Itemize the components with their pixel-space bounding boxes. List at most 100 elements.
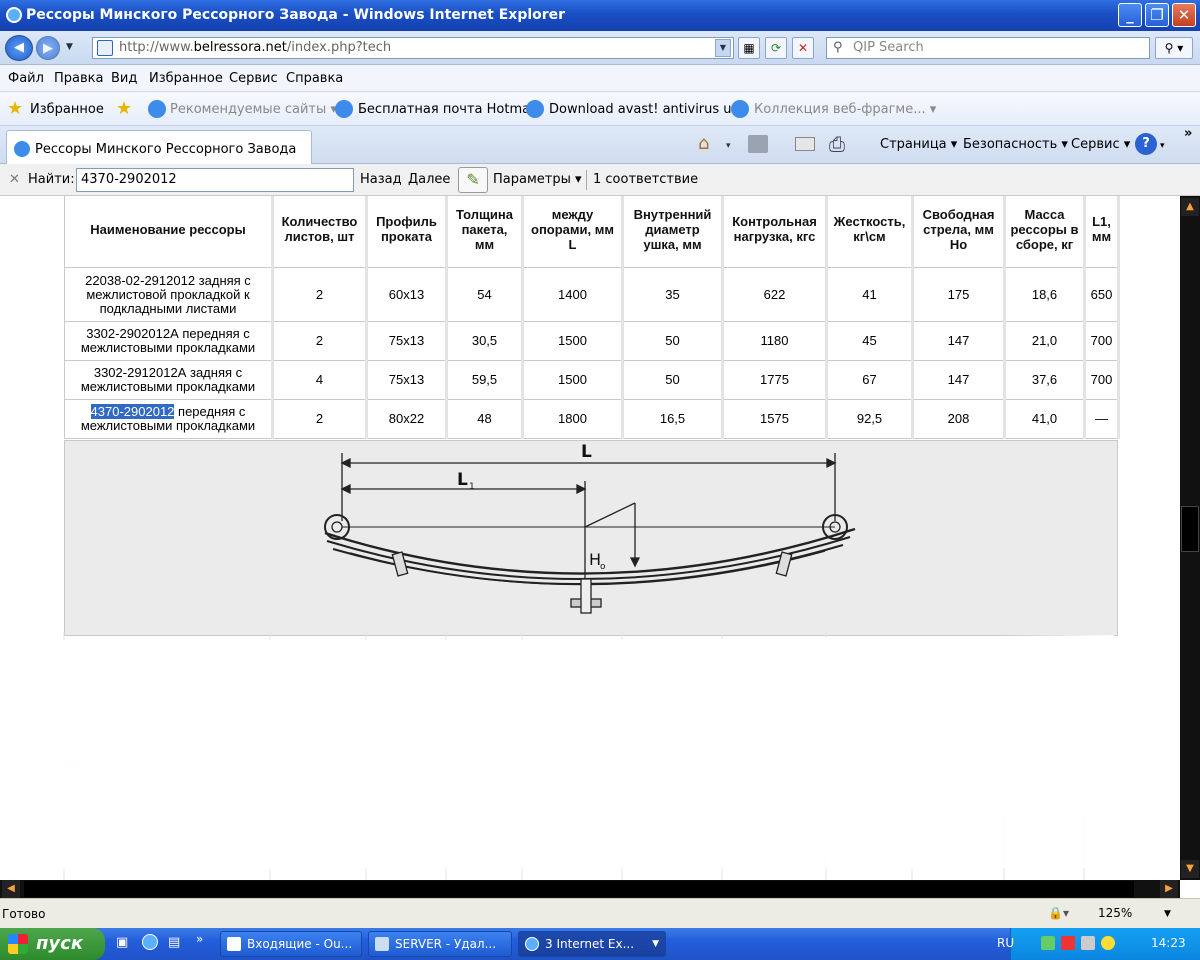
ie-page-icon bbox=[526, 100, 544, 118]
label-H-sub: o bbox=[600, 562, 606, 572]
ie-page-icon bbox=[148, 100, 166, 118]
task-server[interactable]: SERVER - Удал... bbox=[368, 931, 512, 957]
menu-edit[interactable]: Правка bbox=[54, 71, 103, 86]
fav-web-slices[interactable]: Коллекция веб-фрагме... ▾ bbox=[754, 102, 936, 117]
url-domain: belressora.net bbox=[193, 40, 287, 55]
home-dropdown-icon[interactable]: ▾ bbox=[726, 141, 731, 151]
search-go-button[interactable]: ⚲ ▾ bbox=[1155, 37, 1193, 59]
address-toolbar: ◀ ▶ ▼ http://www.belressora.net/index.ph… bbox=[0, 31, 1200, 65]
refresh-icon[interactable]: ⟳ bbox=[765, 37, 787, 59]
start-button[interactable]: пуск bbox=[0, 928, 105, 960]
print-icon[interactable]: ⎙ bbox=[829, 132, 845, 156]
horizontal-scrollbar[interactable]: ◀ ▶ bbox=[0, 880, 1180, 898]
find-divider bbox=[586, 170, 587, 190]
find-label: Найти: bbox=[28, 172, 75, 187]
search-magnifier-icon: ⚲ bbox=[833, 40, 843, 55]
quicklaunch-ie-icon[interactable] bbox=[142, 934, 158, 950]
table-row: 4370-2902012 передняя с межлистовыми про… bbox=[64, 399, 1120, 439]
address-input[interactable]: http://www.belressora.net/index.php?tech… bbox=[92, 37, 734, 59]
fav-hotmail[interactable]: Бесплатная почта Hotmail bbox=[358, 102, 537, 117]
col-header: Толщина пакета, мм bbox=[446, 196, 524, 268]
scroll-down-icon[interactable]: ▼ bbox=[1181, 860, 1199, 878]
find-prev-button[interactable]: Назад bbox=[360, 172, 402, 187]
favorites-star-icon[interactable]: ★ bbox=[7, 98, 23, 119]
favorites-bar: ★ Избранное ★ Рекомендуемые сайты ▾ Бесп… bbox=[0, 92, 1200, 126]
search-input[interactable]: ⚲ QIP Search bbox=[826, 37, 1150, 59]
quicklaunch-desktop-icon[interactable]: ▣ bbox=[116, 935, 128, 950]
scroll-left-icon[interactable]: ◀ bbox=[2, 880, 20, 898]
cell: 48 bbox=[446, 399, 524, 439]
find-options-button[interactable]: Параметры ▾ bbox=[493, 172, 582, 187]
tray-antivirus-icon[interactable] bbox=[1061, 936, 1075, 950]
close-button[interactable]: ✕ bbox=[1172, 3, 1196, 27]
col-header: Контрольная нагрузка, кгс bbox=[722, 196, 828, 268]
rss-icon[interactable] bbox=[748, 135, 768, 153]
history-dropdown-icon[interactable]: ▼ bbox=[66, 42, 73, 52]
task-group-dropdown-icon[interactable]: ▼ bbox=[652, 932, 659, 956]
tab-active[interactable]: Рессоры Минского Рессорного Завода bbox=[6, 130, 312, 164]
language-indicator[interactable]: RU bbox=[997, 936, 1014, 950]
menu-view[interactable]: Вид bbox=[111, 71, 137, 86]
tab-bar: Рессоры Минского Рессорного Завода ⌂ ▾ ⎙… bbox=[0, 126, 1200, 164]
cell: 622 bbox=[722, 267, 828, 322]
status-bar: Готово 🔒▾ 125% ▼ bbox=[0, 898, 1200, 928]
cell: 147 bbox=[912, 360, 1006, 400]
tray-volume-icon[interactable] bbox=[1101, 936, 1115, 950]
cell: 21,0 bbox=[1004, 321, 1086, 361]
menu-page[interactable]: Страница ▾ bbox=[880, 137, 957, 152]
tray-app-icon[interactable] bbox=[1081, 936, 1095, 950]
fav-suggested-sites[interactable]: Рекомендуемые сайты ▾ bbox=[170, 102, 337, 117]
col-header: Профиль проката bbox=[366, 196, 448, 268]
cell: 75x13 bbox=[366, 360, 448, 400]
cell-name: 4370-2902012 передняя с межлистовыми про… bbox=[64, 399, 274, 439]
back-button[interactable]: ◀ bbox=[5, 35, 33, 61]
scroll-right-icon[interactable]: ▶ bbox=[1160, 880, 1178, 898]
zoom-dropdown-icon[interactable]: ▼ bbox=[1164, 909, 1171, 919]
cell: 175 bbox=[912, 267, 1006, 322]
favorites-button[interactable]: Избранное bbox=[30, 102, 104, 117]
find-next-button[interactable]: Далее bbox=[408, 172, 450, 187]
quicklaunch-more-icon[interactable]: » bbox=[196, 932, 203, 946]
forward-button[interactable]: ▶ bbox=[36, 36, 60, 60]
mail-icon[interactable] bbox=[795, 137, 815, 151]
cell: 60x13 bbox=[366, 267, 448, 322]
menu-tools[interactable]: Сервис bbox=[229, 71, 278, 86]
stop-icon[interactable]: ✕ bbox=[792, 37, 814, 59]
task-outlook[interactable]: Входящие - Ou... bbox=[220, 931, 362, 957]
highlight-pencil-icon[interactable]: ✎ bbox=[458, 167, 488, 193]
window-title-bar: Рессоры Минского Рессорного Завода - Win… bbox=[0, 0, 1200, 31]
compatibility-icon[interactable]: ▦ bbox=[738, 37, 760, 59]
hscroll-thumb[interactable] bbox=[24, 881, 1134, 897]
table-header-row: Наименование рессоры Количество листов, … bbox=[64, 196, 1120, 268]
menu-tools-cmd[interactable]: Сервис ▾ bbox=[1071, 137, 1130, 152]
task-ie-group[interactable]: 3 Internet Ex... ▼ bbox=[518, 931, 666, 957]
maximize-button[interactable]: ❐ bbox=[1145, 3, 1169, 27]
cell: 2 bbox=[272, 267, 368, 322]
help-icon[interactable]: ? bbox=[1135, 133, 1157, 155]
find-input[interactable]: 4370-2902012 bbox=[76, 168, 354, 192]
page-content: Наименование рессоры Количество листов, … bbox=[0, 196, 1180, 880]
help-dropdown-icon[interactable]: ▾ bbox=[1160, 141, 1165, 151]
zoom-level[interactable]: 125% bbox=[1098, 906, 1132, 920]
scroll-thumb[interactable] bbox=[1181, 506, 1199, 552]
status-text: Готово bbox=[2, 907, 46, 921]
menu-safety[interactable]: Безопасность ▾ bbox=[963, 137, 1068, 152]
vertical-scrollbar[interactable]: ▲ ▼ bbox=[1180, 196, 1200, 880]
scroll-up-icon[interactable]: ▲ bbox=[1181, 198, 1199, 216]
address-dropdown-icon[interactable]: ▼ bbox=[715, 39, 731, 57]
overflow-chevron-icon[interactable]: » bbox=[1184, 126, 1192, 141]
security-zone-icon[interactable]: 🔒▾ bbox=[1048, 906, 1069, 920]
add-favorite-icon[interactable]: ★ bbox=[116, 98, 132, 119]
col-header: Внутренний диаметр ушка, мм bbox=[622, 196, 724, 268]
menu-help[interactable]: Справка bbox=[286, 71, 343, 86]
cell: 147 bbox=[912, 321, 1006, 361]
minimize-button[interactable]: _ bbox=[1118, 3, 1142, 27]
menu-favorites[interactable]: Избранное bbox=[149, 71, 223, 86]
menu-file[interactable]: Файл bbox=[8, 71, 44, 86]
tray-network-icon[interactable] bbox=[1041, 936, 1055, 950]
find-close-icon[interactable]: ✕ bbox=[9, 172, 20, 187]
quicklaunch-app-icon[interactable]: ▤ bbox=[168, 935, 180, 950]
home-icon[interactable]: ⌂ bbox=[698, 133, 709, 154]
fav-avast[interactable]: Download avast! antivirus u... bbox=[549, 102, 744, 117]
col-header: Количество листов, шт bbox=[272, 196, 368, 268]
